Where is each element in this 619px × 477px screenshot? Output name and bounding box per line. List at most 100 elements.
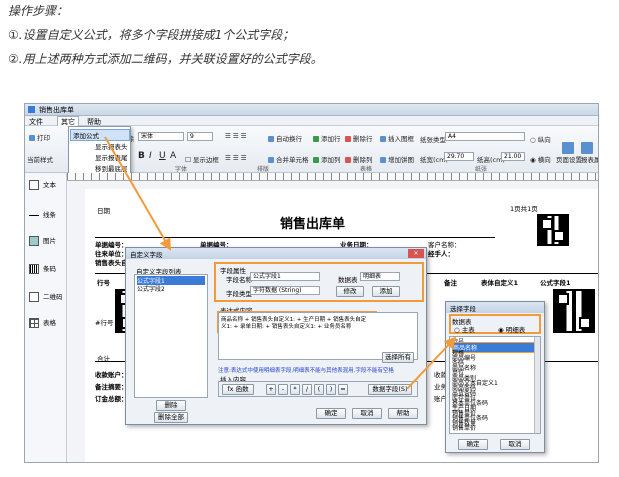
field-list-item[interactable]: 商品名称 bbox=[452, 342, 538, 353]
op-rparen-button[interactable]: ) bbox=[326, 384, 336, 395]
italic-button[interactable]: I bbox=[149, 151, 152, 161]
horizontal-ruler bbox=[67, 173, 598, 181]
tool-line[interactable]: 线条 bbox=[29, 209, 56, 219]
report-title: 销售出库单 bbox=[280, 217, 346, 232]
radio-detail-table[interactable]: ◉ 明细表 bbox=[498, 324, 525, 334]
current-style-button[interactable]: 当前样式 bbox=[27, 154, 53, 164]
portrait-radio[interactable]: ○ 纵向 bbox=[530, 134, 551, 144]
field-type-select[interactable]: 字符数据 (String) bbox=[250, 286, 320, 295]
col-row-no: 行号 bbox=[97, 279, 110, 287]
paper-type-select[interactable]: A4 bbox=[445, 132, 525, 141]
field-list-item[interactable]: 销售单价 bbox=[452, 423, 476, 432]
add-field-button[interactable]: 添加 bbox=[372, 286, 400, 297]
app-icon bbox=[28, 106, 35, 113]
delete-col-button[interactable]: 删除列 bbox=[345, 154, 373, 164]
row-qrcode-right bbox=[553, 289, 595, 333]
group-layout-label: 排版 bbox=[257, 166, 270, 173]
op-plus-button[interactable]: + bbox=[266, 384, 276, 395]
chart-icon bbox=[380, 157, 386, 163]
tool-barcode[interactable]: 条码 bbox=[29, 263, 56, 274]
expression-text-line2: 义1: + 录单日期: + 销售表头自定义1: + 业务员名称 bbox=[221, 324, 352, 330]
tool-text[interactable]: 文本 bbox=[29, 179, 56, 190]
data-table-select[interactable]: 明细表 bbox=[360, 272, 400, 281]
radio-main-table[interactable]: ○ 主表 bbox=[454, 324, 475, 334]
op-equal-button[interactable]: = bbox=[338, 384, 348, 395]
add-row-button[interactable]: 添加行 bbox=[313, 133, 341, 143]
paper-height-input[interactable]: 21.00 bbox=[501, 152, 525, 161]
delete-field-button[interactable]: 删除 bbox=[156, 400, 186, 411]
paper-type-label: 纸张类型 bbox=[420, 136, 446, 144]
font-size-select[interactable]: 9 bbox=[187, 132, 213, 141]
caption-line-1: 操作步骤： bbox=[8, 4, 69, 18]
expression-hint: 注意:表达式中使用明细表字段,明细表不能与其他表混用,字段不能有空格 bbox=[218, 368, 394, 374]
menu-move-bottom[interactable]: 移到最底层 bbox=[95, 163, 128, 173]
select-field-dialog: 选择字段 数据表 ○ 主表 ◉ 明细表 行号 商品名称 规格 商品编号 条码 商… bbox=[445, 301, 545, 453]
merge-cells-button[interactable]: 合并单元格 bbox=[268, 154, 309, 164]
help-button[interactable]: 帮助 bbox=[388, 408, 418, 419]
summary-account: 收款账户： bbox=[95, 371, 128, 379]
barcode-icon bbox=[29, 264, 39, 274]
font-select[interactable]: 宋体 bbox=[138, 132, 184, 141]
select-ok-button[interactable]: 确定 bbox=[458, 439, 488, 450]
bold-button[interactable]: B bbox=[138, 151, 145, 161]
ok-button[interactable]: 确定 bbox=[316, 408, 346, 419]
cancel-button[interactable]: 取消 bbox=[352, 408, 382, 419]
report-props-icon bbox=[581, 142, 593, 154]
menu-show-header[interactable]: 显示报表头 bbox=[95, 141, 128, 151]
auto-wrap-button[interactable]: 自动换行 bbox=[268, 133, 302, 143]
op-minus-button[interactable]: - bbox=[278, 384, 288, 395]
op-divide-button[interactable]: / bbox=[302, 384, 312, 395]
function-button[interactable]: fx 函数 bbox=[222, 384, 254, 395]
add-col-icon bbox=[313, 157, 319, 163]
left-toolbox: 文本 线条 图片 条码 二维码 表格 bbox=[25, 173, 67, 462]
op-multiply-button[interactable]: * bbox=[290, 384, 300, 395]
underline-button[interactable]: U bbox=[159, 151, 166, 161]
close-icon[interactable]: ✕ bbox=[408, 249, 424, 258]
landscape-radio[interactable]: ◉ 横向 bbox=[530, 154, 551, 164]
add-chart-button[interactable]: 增加饼图 bbox=[380, 154, 414, 164]
col-custom1: 表体自定义1 bbox=[481, 279, 519, 287]
window-title: 销售出库单 bbox=[39, 106, 74, 114]
col-formula1: 公式字段1 bbox=[540, 279, 571, 287]
insert-frame-icon bbox=[380, 136, 386, 142]
menu-show-footer[interactable]: 显示报表尾 bbox=[95, 152, 128, 162]
print-button[interactable]: 打印 bbox=[29, 132, 50, 142]
field-list-scrollbar[interactable] bbox=[534, 337, 540, 433]
select-cancel-button[interactable]: 取消 bbox=[500, 439, 530, 450]
paper-width-input[interactable]: 29.70 bbox=[444, 152, 474, 161]
tool-table[interactable]: 表格 bbox=[29, 317, 56, 328]
data-field-button[interactable]: 数据字段(S) bbox=[368, 384, 412, 395]
field-list[interactable]: 行号 商品名称 规格 商品编号 条码 商品名称 单位 商品类别 商品文本自定义1… bbox=[449, 336, 541, 434]
show-border-checkbox[interactable]: ☐ 显示边框 bbox=[185, 154, 219, 164]
page-setup-icon bbox=[562, 142, 574, 154]
menu-bar: 文件 其它 帮助 bbox=[25, 116, 598, 128]
align-buttons[interactable]: ☰ ☰ ☰ bbox=[225, 132, 247, 140]
field-name-label: 字段名称 bbox=[226, 276, 252, 284]
report-header-qrcode bbox=[537, 214, 569, 246]
op-lparen-button[interactable]: ( bbox=[314, 384, 324, 395]
field-type-label: 字段类型 bbox=[226, 290, 252, 298]
formula-list-item[interactable]: 公式字段2 bbox=[137, 284, 165, 293]
summary-remark: 备注摘要： bbox=[95, 383, 128, 391]
report-props-button[interactable]: 报表属性 bbox=[581, 142, 598, 164]
image-icon bbox=[29, 236, 39, 246]
delete-all-button[interactable]: 删除全部 bbox=[154, 412, 188, 423]
modify-button[interactable]: 修改 bbox=[336, 286, 364, 297]
group-font-label: 字体 bbox=[175, 166, 188, 173]
title-bar: 销售出库单 bbox=[25, 104, 598, 116]
tool-image[interactable]: 图片 bbox=[29, 235, 56, 246]
tool-qrcode[interactable]: 二维码 bbox=[29, 291, 63, 302]
page-setup-button[interactable]: 页面设置 bbox=[556, 142, 582, 164]
select-all-button[interactable]: 选择所有 bbox=[382, 352, 414, 363]
font-color-button[interactable]: A bbox=[170, 151, 176, 161]
wrap-icon bbox=[268, 136, 274, 142]
add-col-button[interactable]: 添加列 bbox=[313, 154, 341, 164]
valign-buttons[interactable]: ☰ ☰ ☰ bbox=[225, 154, 247, 162]
report-page-label: 1页共1页 bbox=[510, 205, 538, 213]
insert-frame-button[interactable]: 插入图框 bbox=[380, 133, 414, 143]
delete-row-button[interactable]: 删除行 bbox=[345, 133, 373, 143]
formula-field-list[interactable]: 公式字段1 公式字段2 bbox=[134, 274, 208, 398]
menu-add-formula[interactable]: 添加公式 bbox=[70, 129, 130, 141]
delete-col-icon bbox=[345, 157, 351, 163]
field-name-input[interactable]: 公式字段1 bbox=[250, 272, 320, 281]
